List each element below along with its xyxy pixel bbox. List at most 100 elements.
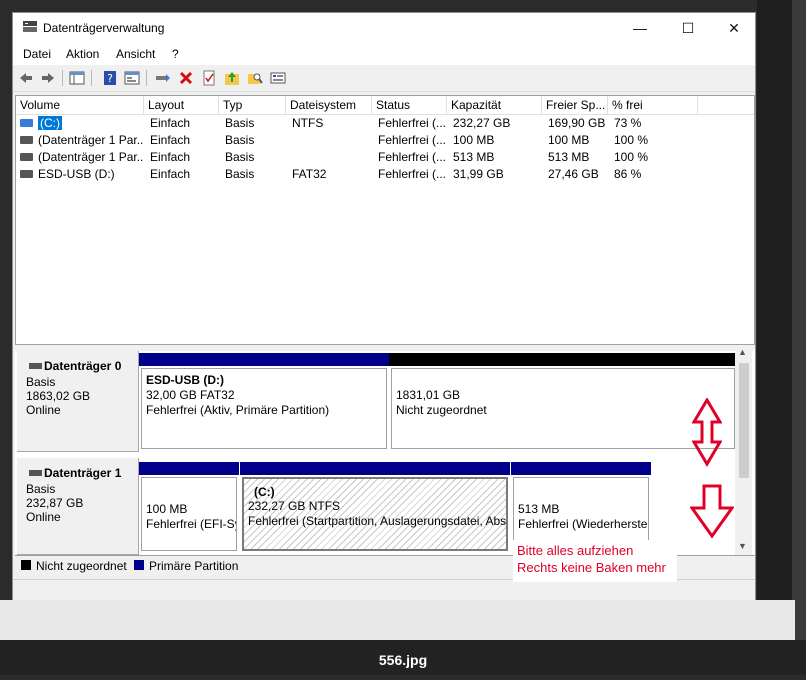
desktop-background-bottom	[0, 600, 795, 640]
volume-free-percent: 100 %	[614, 150, 649, 164]
properties-view-icon[interactable]	[124, 70, 140, 86]
annotation-down-arrow-icon	[690, 484, 734, 539]
desktop-background-stripe	[792, 0, 806, 640]
volume-filesystem	[288, 132, 372, 149]
volume-filesystem: FAT32	[292, 167, 327, 181]
volume-free-space: 513 MB	[548, 150, 590, 164]
image-filename: 556.jpg	[378, 652, 428, 668]
partition-type-bar	[139, 462, 239, 475]
delete-icon[interactable]	[178, 70, 194, 86]
volume-free-space: 100 MB	[548, 133, 590, 147]
annotation-line-1: Bitte alles aufziehen	[517, 543, 634, 558]
partition-c[interactable]: (C:) 232,27 GB NTFS Fehlerfrei (Startpar…	[240, 462, 510, 553]
volume-type: Basis	[225, 150, 255, 164]
window-title: Datenträgerverwaltung	[43, 21, 165, 35]
menu-aktion[interactable]: Aktion	[66, 47, 99, 61]
close-button[interactable]: ✕	[711, 13, 757, 43]
annotation-note: Bitte alles aufziehen Rechts keine Baken…	[513, 540, 677, 582]
volume-type: Basis	[225, 116, 255, 130]
partition-esd-usb[interactable]: ESD-USB (D:) 32,00 GB FAT32 Fehlerfrei (…	[139, 353, 389, 451]
legend-swatch-unallocated	[21, 560, 31, 570]
partition-name: (C:)	[254, 485, 275, 499]
partition-body-selected: (C:) 232,27 GB NTFS Fehlerfrei (Startpar…	[242, 477, 508, 551]
status-bar	[13, 579, 755, 600]
disk-0-title: Datenträger 0	[44, 359, 122, 373]
disk-view-scrollbar[interactable]: ▲ ▼	[735, 345, 752, 555]
volume-free-percent: 86 %	[614, 167, 642, 181]
connect-icon[interactable]	[155, 70, 171, 86]
partition-status: Nicht zugeordnet	[396, 403, 487, 417]
volume-type: Basis	[225, 167, 255, 181]
disk-0-label[interactable]: Datenträger 0 Basis 1863,02 GB Online	[17, 351, 139, 452]
volume-layout: Einfach	[150, 150, 191, 164]
partition-unallocated[interactable]: 1831,01 GB Nicht zugeordnet	[389, 353, 737, 451]
column-header-prozent-frei[interactable]: % frei	[608, 96, 698, 114]
volume-list: Volume Layout Typ Dateisystem Status Kap…	[15, 95, 755, 345]
volume-status: Fehlerfrei (...	[378, 133, 447, 147]
volume-name: (Datenträger 1 Par...	[38, 150, 144, 164]
disk-0-type: Basis	[26, 375, 56, 389]
partition-size: 232,27 GB NTFS	[248, 499, 341, 513]
folder-up-icon[interactable]	[224, 70, 240, 86]
volume-drive-icon	[20, 170, 33, 178]
annotation-up-arrow-icon	[692, 398, 722, 467]
column-header-volume[interactable]: Volume	[16, 96, 144, 114]
partition-type-bar	[240, 462, 510, 475]
toolbar-separator	[91, 70, 92, 86]
disk-0-state: Online	[26, 403, 61, 417]
scroll-up-icon[interactable]: ▲	[738, 347, 747, 357]
volume-capacity: 513 MB	[453, 150, 495, 164]
title-bar[interactable]: Datenträgerverwaltung — ☐ ✕	[13, 13, 755, 43]
maximize-button[interactable]: ☐	[665, 13, 711, 43]
partition-body: 1831,01 GB Nicht zugeordnet	[391, 368, 735, 449]
properties-icon[interactable]	[270, 70, 286, 86]
disk-1-size: 232,87 GB	[26, 496, 84, 510]
legend-unallocated: Nicht zugeordnet	[36, 559, 127, 573]
volume-free-space: 169,90 GB	[548, 116, 606, 130]
partition-status: Fehlerfrei (EFI-Sy	[146, 517, 237, 531]
column-header-freier-speicher[interactable]: Freier Sp...	[542, 96, 608, 114]
volume-layout: Einfach	[150, 133, 191, 147]
volume-list-header: Volume Layout Typ Dateisystem Status Kap…	[16, 96, 754, 115]
menu-datei[interactable]: Datei	[23, 47, 51, 61]
column-header-layout[interactable]: Layout	[144, 96, 219, 114]
legend-swatch-primary	[134, 560, 144, 570]
annotation-line-2: Rechts keine Baken mehr	[517, 560, 666, 575]
search-folder-icon[interactable]	[247, 70, 263, 86]
column-header-status[interactable]: Status	[372, 96, 447, 114]
volume-drive-icon	[20, 119, 33, 127]
volume-status: Fehlerfrei (...	[378, 116, 447, 130]
disk-1-label[interactable]: Datenträger 1 Basis 232,87 GB Online	[17, 458, 139, 555]
help-icon[interactable]: ?	[102, 70, 118, 86]
volume-drive-icon	[20, 136, 33, 144]
forward-arrow-icon[interactable]	[40, 70, 56, 86]
svg-text:?: ?	[107, 72, 113, 85]
scrollbar-thumb[interactable]	[739, 363, 749, 478]
volume-row-esd-usb[interactable]: ESD-USB (D:) Einfach Basis FAT32 Fehlerf…	[16, 166, 754, 183]
console-tree-icon[interactable]	[69, 70, 85, 86]
volume-name: (C:)	[38, 116, 62, 130]
volume-row-disk1-part1[interactable]: (Datenträger 1 Par... Einfach Basis Fehl…	[16, 132, 754, 149]
volume-free-percent: 100 %	[614, 133, 649, 147]
partition-efi[interactable]: 100 MB Fehlerfrei (EFI-Sy	[139, 462, 239, 553]
volume-capacity: 232,27 GB	[453, 116, 511, 130]
volume-capacity: 31,99 GB	[453, 167, 504, 181]
scroll-down-icon[interactable]: ▼	[738, 541, 747, 551]
menu-ansicht[interactable]: Ansicht	[116, 47, 155, 61]
volume-row-c[interactable]: (C:) Einfach Basis NTFS Fehlerfrei (... …	[16, 115, 754, 132]
volume-name: (Datenträger 1 Par...	[38, 133, 144, 147]
minimize-button[interactable]: —	[617, 13, 663, 43]
column-header-kapazitaet[interactable]: Kapazität	[447, 96, 542, 114]
back-arrow-icon[interactable]	[18, 70, 34, 86]
volume-name: ESD-USB (D:)	[38, 167, 115, 181]
legend-primary-partition: Primäre Partition	[149, 559, 239, 573]
volume-row-disk1-part2[interactable]: (Datenträger 1 Par... Einfach Basis Fehl…	[16, 149, 754, 166]
partition-type-bar	[389, 353, 737, 366]
menu-bar: Datei Aktion Ansicht ?	[13, 43, 755, 65]
disk-0-size: 1863,02 GB	[26, 389, 91, 403]
checkmark-doc-icon[interactable]	[201, 70, 217, 86]
column-header-typ[interactable]: Typ	[219, 96, 286, 114]
toolbar-separator	[62, 70, 63, 86]
column-header-dateisystem[interactable]: Dateisystem	[286, 96, 372, 114]
menu-help[interactable]: ?	[172, 47, 179, 61]
